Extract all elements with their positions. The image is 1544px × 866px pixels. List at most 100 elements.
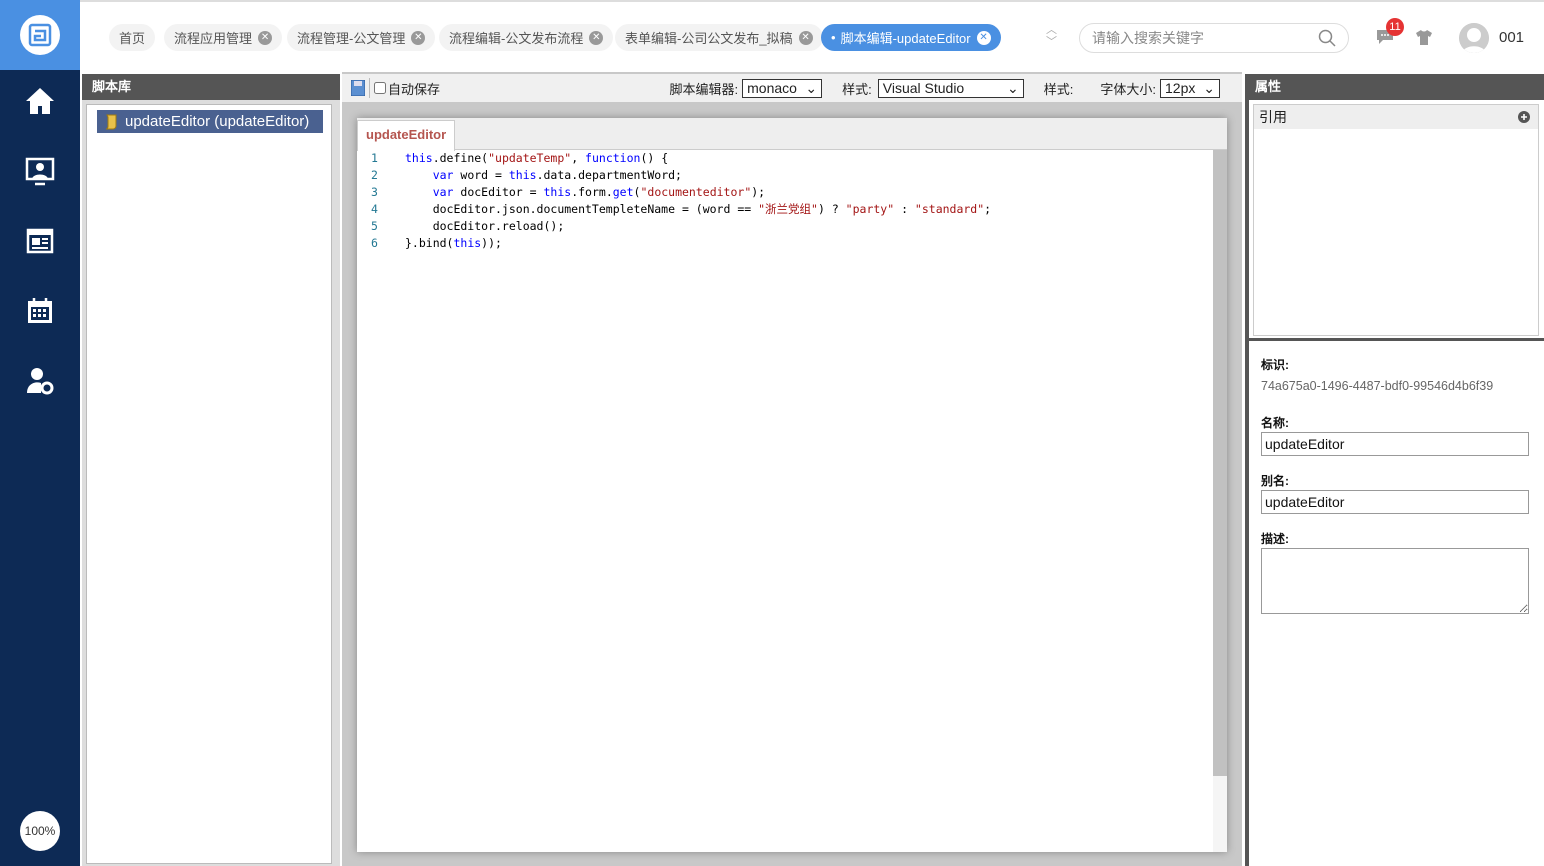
code-token: docEditor.json.documentTempleteName = (w… <box>405 202 759 216</box>
code-editor-card: updateEditor 1 this .define("updateTemp", … <box>357 118 1227 852</box>
vertical-scrollbar[interactable] <box>1213 150 1227 852</box>
description-textarea[interactable] <box>1261 548 1529 614</box>
tab-label: 脚本编辑-updateEditor <box>840 31 971 46</box>
editor-tab-updateeditor[interactable]: updateEditor <box>357 120 456 151</box>
user-board-icon[interactable] <box>22 153 58 189</box>
code-token: var <box>432 168 454 182</box>
code-token: ( <box>633 185 641 199</box>
news-icon[interactable] <box>22 223 58 259</box>
search-input[interactable]: 请输入搜索关键字 <box>1079 23 1349 53</box>
name-input[interactable] <box>1261 432 1529 456</box>
id-value: 74a675a0-1496-4487-bdf0-99546d4b6f39 <box>1261 379 1494 393</box>
tab-process-doc-management[interactable]: 流程管理-公文管理 ✕ <box>287 24 436 51</box>
panel-title: 属性 <box>1245 74 1544 100</box>
close-icon[interactable]: ✕ <box>589 30 604 45</box>
home-icon[interactable] <box>22 83 58 119</box>
autosave-checkbox[interactable] <box>374 82 386 94</box>
code-area[interactable]: 1 this .define("updateTemp", function() {2… <box>357 150 1213 252</box>
tab-process-app-management[interactable]: 流程应用管理 ✕ <box>164 24 283 51</box>
references-label: 引用 <box>1259 109 1287 125</box>
code-token: , <box>571 151 586 165</box>
code-line[interactable]: 5 docEditor.reload(); <box>357 218 1213 235</box>
code-token: .form. <box>571 185 613 199</box>
font-size-value: 12px <box>1165 80 1196 96</box>
line-number: 1 <box>371 151 378 165</box>
script-tree: updateEditor (updateEditor) <box>86 104 332 864</box>
properties-body: 引用 标识: 74a675a0-1496-4487-bdf0-99546d4b6… <box>1249 100 1544 866</box>
tab-home[interactable]: 首页 <box>109 24 156 51</box>
code-token: this <box>543 185 572 199</box>
code-line[interactable]: 3 var docEditor = this .form. get("documen… <box>357 184 1213 201</box>
line-number: 6 <box>371 236 378 250</box>
search-icon[interactable] <box>1318 29 1336 47</box>
code-token: () { <box>640 151 669 165</box>
style-select[interactable]: Visual Studio ⌄ <box>877 78 1024 98</box>
code-token: get <box>612 185 634 199</box>
code-line[interactable]: 1 this .define("updateTemp", function() { <box>357 150 1213 167</box>
code-token: ) ? <box>817 202 846 216</box>
code-token: word = <box>453 168 509 182</box>
tab-script-edit[interactable]: • 脚本编辑-updateEditor ✕ <box>821 24 1001 51</box>
code-line[interactable]: 4 docEditor.json.documentTempleteName = … <box>357 201 1213 218</box>
script-name: updateEditor (updateEditor) <box>125 113 310 130</box>
code-line[interactable]: 2 var word = this .data.departmentWord; <box>357 167 1213 184</box>
tab-scroll-arrows[interactable]: ︿ ﹀ <box>1046 24 1057 48</box>
tab-label: 首页 <box>119 31 146 46</box>
editor-tabs: updateEditor <box>357 118 1227 151</box>
calendar-icon[interactable] <box>22 293 58 329</box>
code-token: this <box>508 168 537 182</box>
script-library-panel: 脚本库 updateEditor (updateEditor) <box>82 74 340 866</box>
description-label: 描述: <box>1261 532 1289 546</box>
font-size-label: 字体大小: <box>1100 81 1156 97</box>
scrollbar-thumb[interactable] <box>1213 150 1227 776</box>
code-token: "浙兰党组" <box>758 202 818 216</box>
user-settings-icon[interactable] <box>22 363 58 399</box>
code-token: function <box>585 151 641 165</box>
close-icon[interactable]: ✕ <box>258 30 273 45</box>
code-token: .define( <box>432 151 489 165</box>
code-token: )); <box>481 236 502 250</box>
logo-area <box>0 0 80 70</box>
code-token: "documenteditor" <box>640 185 752 199</box>
chevron-down-icon: ⌄ <box>1007 79 1019 96</box>
properties-panel: 属性 引用 标识: 74a675a0-1496-4487-bdf0-99546d… <box>1245 74 1544 866</box>
code-token: docEditor.reload(); <box>405 219 565 233</box>
script-scroll-icon <box>105 114 117 129</box>
add-circle-icon[interactable] <box>1518 111 1530 123</box>
editor-type-select[interactable]: monaco ⌄ <box>742 78 823 98</box>
close-icon[interactable]: ✕ <box>798 30 813 45</box>
code-token: .data.departmentWord; <box>536 168 682 182</box>
divider <box>1249 338 1544 341</box>
script-tree-item[interactable]: updateEditor (updateEditor) <box>97 110 323 133</box>
avatar[interactable] <box>1459 23 1489 53</box>
tab-form-edit[interactable]: 表单编辑-公司公文发布_拟稿 ✕ <box>615 24 823 51</box>
tab-label: 表单编辑-公司公文发布_拟稿 <box>625 31 793 46</box>
zoom-level[interactable]: 100% <box>20 811 60 851</box>
chevron-down-icon: ⌄ <box>1203 79 1215 96</box>
alias-input[interactable] <box>1261 490 1529 514</box>
style-value: Visual Studio <box>882 80 965 96</box>
save-icon[interactable] <box>351 80 365 96</box>
close-icon[interactable]: ✕ <box>411 30 426 45</box>
code-token: docEditor = <box>453 185 544 199</box>
editor-type-label: 脚本编辑器: <box>669 81 739 97</box>
code-token: var <box>432 185 454 199</box>
editor-panel: 自动保存 脚本编辑器: monaco ⌄ 样式: Visual Studio ⌄ 样… <box>342 72 1242 866</box>
code-token: this <box>405 151 433 165</box>
top-header: 首页 流程应用管理 ✕ 流程管理-公文管理 ✕ 流程编辑-公文发布流程 ✕ 表单编辑-… <box>80 0 1544 70</box>
code-token: this <box>453 236 482 250</box>
code-token: }.bind( <box>405 236 454 250</box>
logo-icon[interactable] <box>20 15 60 55</box>
code-line[interactable]: 6 }.bind(this)); <box>357 235 1213 252</box>
editor-toolbar: 自动保存 脚本编辑器: monaco ⌄ 样式: Visual Studio ⌄ 样… <box>342 74 1242 102</box>
chevron-down-icon: ⌄ <box>805 79 818 96</box>
line-number: 4 <box>371 202 378 216</box>
skin-shirt-icon[interactable] <box>1416 30 1432 48</box>
username[interactable]: 001 <box>1499 29 1524 46</box>
close-icon[interactable]: ✕ <box>976 30 991 45</box>
font-size-select[interactable]: 12px ⌄ <box>1160 78 1220 98</box>
name-label: 名称: <box>1261 416 1289 430</box>
tab-process-edit[interactable]: 流程编辑-公文发布流程 ✕ <box>439 24 614 51</box>
code-token: ); <box>751 185 766 199</box>
